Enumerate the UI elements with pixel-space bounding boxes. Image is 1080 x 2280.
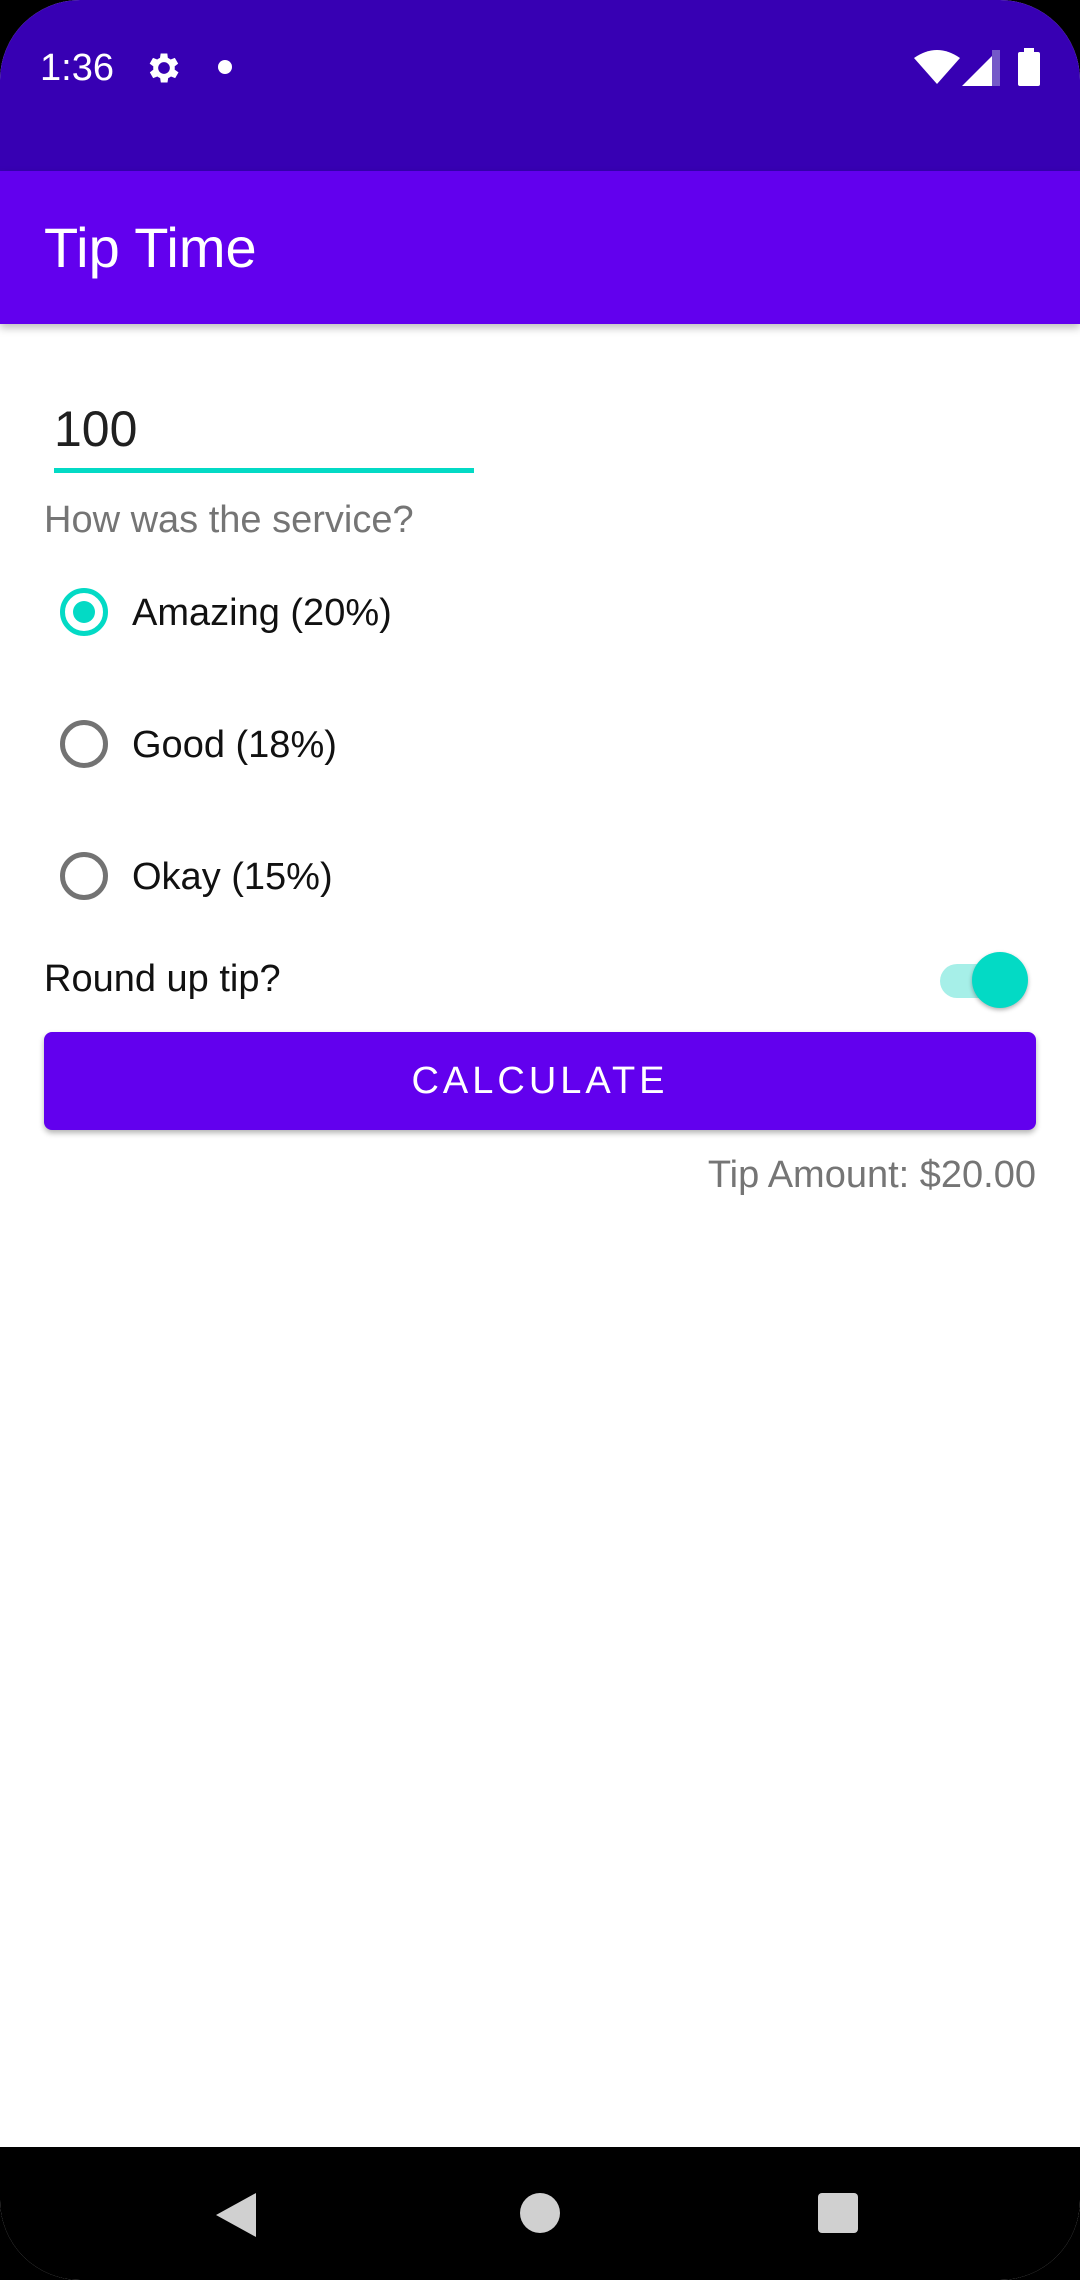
round-up-label: Round up tip? (44, 958, 281, 1000)
battery-icon (1018, 48, 1040, 86)
back-icon[interactable] (216, 2191, 260, 2239)
calculate-button[interactable]: CALCULATE (44, 1032, 1036, 1130)
tip-result: Tip Amount: $20.00 (707, 1154, 1036, 1196)
service-question-label: How was the service? (44, 499, 414, 541)
radio-option-okay[interactable]: Okay (15%) (44, 824, 644, 934)
radio-button-unchecked[interactable] (60, 852, 108, 900)
radio-label: Amazing (20%) (132, 592, 392, 634)
signal-icon (962, 50, 1000, 86)
cost-of-service-input[interactable] (54, 390, 474, 468)
app-bar: Tip Time (0, 171, 1080, 324)
radio-button-checked[interactable] (60, 588, 108, 636)
notification-dot-icon (218, 60, 232, 74)
round-up-switch[interactable] (936, 952, 1028, 1008)
gear-icon (149, 53, 179, 83)
input-underline (54, 468, 474, 473)
status-bar: 1:36 (0, 0, 1080, 171)
app-title: Tip Time (44, 216, 257, 279)
navigation-bar (0, 2147, 1080, 2280)
phone-screen: 1:36 Tip Time How was the service? Amazi… (0, 0, 1080, 2280)
home-icon[interactable] (520, 2193, 560, 2233)
radio-button-unchecked[interactable] (60, 720, 108, 768)
radio-option-good[interactable]: Good (18%) (44, 692, 644, 802)
radio-label: Okay (15%) (132, 856, 333, 898)
radio-label: Good (18%) (132, 724, 337, 766)
wifi-icon (914, 50, 960, 84)
recents-icon[interactable] (818, 2193, 858, 2233)
status-time: 1:36 (40, 47, 114, 89)
radio-option-amazing[interactable]: Amazing (20%) (44, 560, 644, 670)
cost-of-service-field[interactable] (54, 390, 474, 474)
switch-thumb (972, 952, 1028, 1008)
